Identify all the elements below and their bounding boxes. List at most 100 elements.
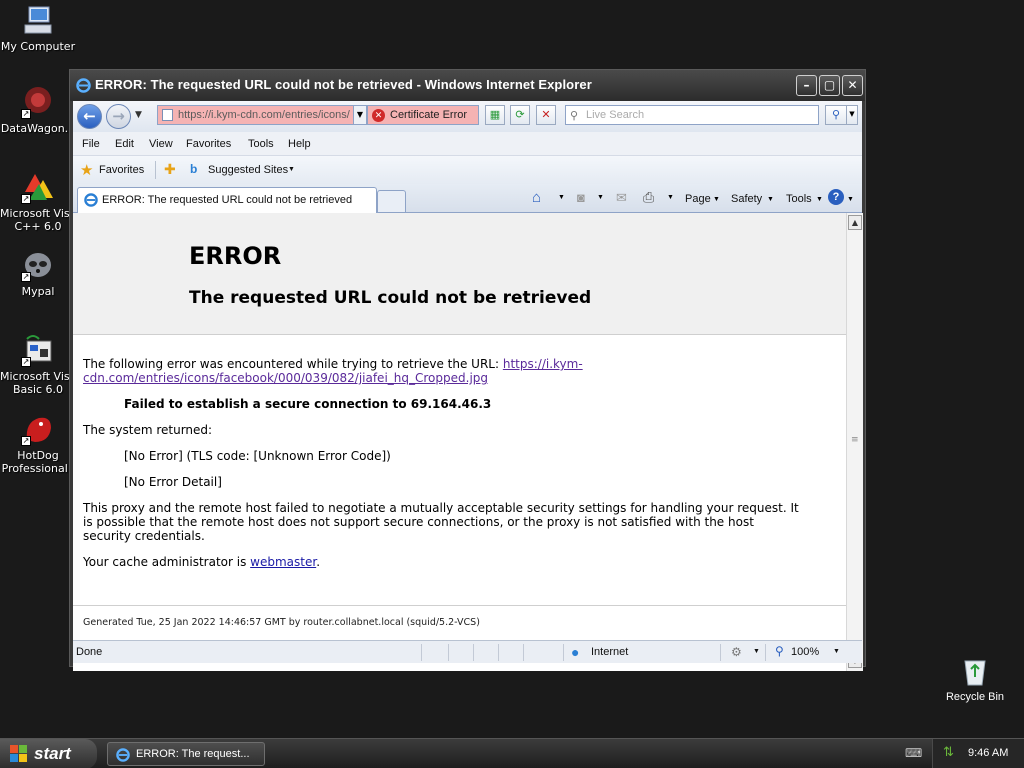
desktop-icon-label: HotDog [17, 449, 59, 462]
add-to-favorites-bar-icon[interactable]: ✚ [164, 161, 176, 178]
protected-mode-icon[interactable]: ⚙ [731, 645, 742, 659]
cache-admin-text: Your cache administrator is [83, 555, 251, 569]
print-icon[interactable]: ⎙ [643, 189, 654, 206]
home-dropdown-icon[interactable]: ▼ [558, 194, 565, 201]
help-icon[interactable]: ? [828, 189, 844, 205]
clock[interactable]: 9:46 AM [968, 747, 1008, 759]
minimize-button[interactable]: – [796, 75, 817, 96]
desktop-icon-my-computer[interactable]: My Computer [0, 3, 76, 53]
error-shield-icon: ✕ [372, 109, 385, 122]
maximize-button[interactable]: ▢ [819, 75, 840, 96]
desktop-icon-mypal[interactable]: ↗ Mypal [0, 248, 76, 298]
mypal-icon: ↗ [21, 248, 55, 282]
taskbar-item-label: ERROR: The request... [136, 748, 250, 760]
menu-edit[interactable]: Edit [115, 138, 134, 150]
help-dropdown-icon[interactable]: ▼ [847, 196, 854, 203]
desktop-icon-label: Microsoft Visu [0, 370, 76, 383]
desktop-icon-visual-cpp[interactable]: ↗ Microsoft Visu C++ 6.0 [0, 170, 76, 233]
desktop-icon-hotdog[interactable]: ↗ HotDog Professional ' [0, 412, 76, 475]
back-button[interactable]: ← [77, 104, 102, 129]
security-zone[interactable]: Internet [591, 646, 628, 658]
scroll-grip-icon[interactable]: ≡ [851, 435, 859, 445]
address-input[interactable]: https://i.kym-cdn.com/entries/icons/ [157, 105, 367, 125]
menu-view[interactable]: View [149, 138, 173, 150]
desktop-icon-label-line2: Professional ' [1, 462, 75, 475]
forward-button[interactable]: → [106, 104, 131, 129]
start-label: start [34, 744, 71, 763]
desktop-icon-label: My Computer [0, 40, 76, 53]
address-dropdown-icon[interactable]: ▼ [353, 105, 367, 125]
shortcut-arrow-icon: ↗ [21, 109, 31, 119]
desktop-icon-datawagon[interactable]: ↗ DataWagon... [0, 85, 76, 135]
tab-title: ERROR: The requested URL could not be re… [102, 194, 353, 206]
status-divider [498, 644, 499, 661]
zoom-dropdown-icon[interactable]: ▼ [833, 648, 840, 655]
desktop-icon-visual-basic[interactable]: ↗ Microsoft Visu Basic 6.0 [0, 333, 76, 396]
certificate-error-button[interactable]: ✕ Certificate Error [367, 105, 479, 125]
ie-window[interactable]: ERROR: The requested URL could not be re… [69, 69, 866, 671]
error-subheading: The requested URL could not be retrieved [189, 288, 592, 308]
taskbar-item-ie[interactable]: ERROR: The request... [107, 742, 265, 766]
recycle-bin-icon [964, 660, 986, 686]
suggested-sites-button[interactable]: Suggested Sites [208, 164, 288, 176]
protected-mode-dropdown-icon[interactable]: ▼ [753, 648, 760, 655]
suggested-sites-dropdown-icon[interactable]: ▼ [288, 166, 295, 173]
vertical-scrollbar[interactable]: ▲ ≡ ▼ [846, 213, 863, 671]
status-divider [720, 644, 721, 661]
favorites-bar: ★ Favorites ✚ b Suggested Sites ▼ [73, 156, 862, 184]
window-titlebar[interactable]: ERROR: The requested URL could not be re… [70, 70, 865, 101]
mail-icon[interactable]: ✉ [616, 190, 627, 206]
tools-dropdown-icon[interactable]: ▼ [816, 196, 823, 203]
status-text: Done [76, 646, 103, 658]
menu-tools[interactable]: Tools [248, 138, 274, 150]
window-title: ERROR: The requested URL could not be re… [95, 77, 592, 92]
desktop-icon-recycle-bin[interactable]: Recycle Bin [940, 655, 1010, 703]
safety-dropdown-icon[interactable]: ▼ [767, 196, 774, 203]
desktop-icon-label: Microsoft Visu [0, 207, 76, 220]
favorites-button[interactable]: Favorites [99, 164, 144, 176]
zoom-level[interactable]: 100% [791, 646, 819, 658]
requested-url-link[interactable]: https://i.kym- [503, 357, 583, 371]
feeds-dropdown-icon[interactable]: ▼ [597, 194, 604, 201]
recent-pages-dropdown-icon[interactable]: ▼ [135, 110, 142, 120]
stop-button[interactable]: ✕ [536, 105, 556, 125]
page-dropdown-icon[interactable]: ▼ [713, 196, 720, 203]
error-detail-text: [No Error Detail] [124, 475, 222, 489]
search-button[interactable]: ⚲ [825, 105, 847, 125]
globe-icon: ● [571, 644, 580, 660]
desktop-icon-label: Mypal [21, 285, 55, 298]
safety-menu-button[interactable]: Safety [731, 193, 762, 205]
browser-frame: ← → ▼ https://i.kym-cdn.com/entries/icon… [73, 101, 863, 671]
page-content: ERROR The requested URL could not be ret… [73, 213, 846, 671]
desktop-icon-label: DataWagon... [0, 122, 76, 135]
intro-text: The following error was encountered whil… [83, 357, 503, 371]
requested-url-link-continued[interactable]: cdn.com/entries/icons/facebook/000/039/0… [83, 371, 488, 385]
compatibility-view-button[interactable]: ▦ [485, 105, 505, 125]
error-intro: The following error was encountered whil… [83, 357, 583, 371]
search-input[interactable]: ⚲ Live Search [565, 105, 819, 125]
search-options-button[interactable]: ▼ [846, 105, 858, 125]
start-button[interactable]: start [0, 739, 97, 768]
new-tab-button[interactable] [377, 190, 406, 212]
tab-bar: ERROR: The requested URL could not be re… [73, 184, 862, 213]
tab-active[interactable]: ERROR: The requested URL could not be re… [77, 187, 377, 213]
status-divider [765, 644, 766, 661]
keyboard-icon[interactable]: ⌨ [905, 746, 922, 760]
menu-file[interactable]: File [82, 138, 100, 150]
tools-menu-button[interactable]: Tools [786, 193, 812, 205]
menu-favorites[interactable]: Favorites [186, 138, 231, 150]
print-dropdown-icon[interactable]: ▼ [667, 194, 674, 201]
feeds-icon[interactable]: ◙ [577, 190, 585, 205]
network-icon[interactable]: ⇅ [943, 745, 954, 760]
favorites-star-icon: ★ [80, 162, 94, 179]
home-icon[interactable]: ⌂ [532, 189, 541, 206]
webmaster-link[interactable]: webmaster [250, 555, 316, 569]
scroll-up-button[interactable]: ▲ [848, 215, 862, 230]
explanation-line-1: This proxy and the remote host failed to… [83, 501, 799, 515]
visual-basic-icon: ↗ [21, 333, 55, 367]
page-menu-button[interactable]: Page [685, 193, 711, 205]
close-button[interactable]: ✕ [842, 75, 863, 96]
refresh-button[interactable]: ⟳ [510, 105, 530, 125]
menu-help[interactable]: Help [288, 138, 311, 150]
shortcut-arrow-icon: ↗ [21, 357, 31, 367]
